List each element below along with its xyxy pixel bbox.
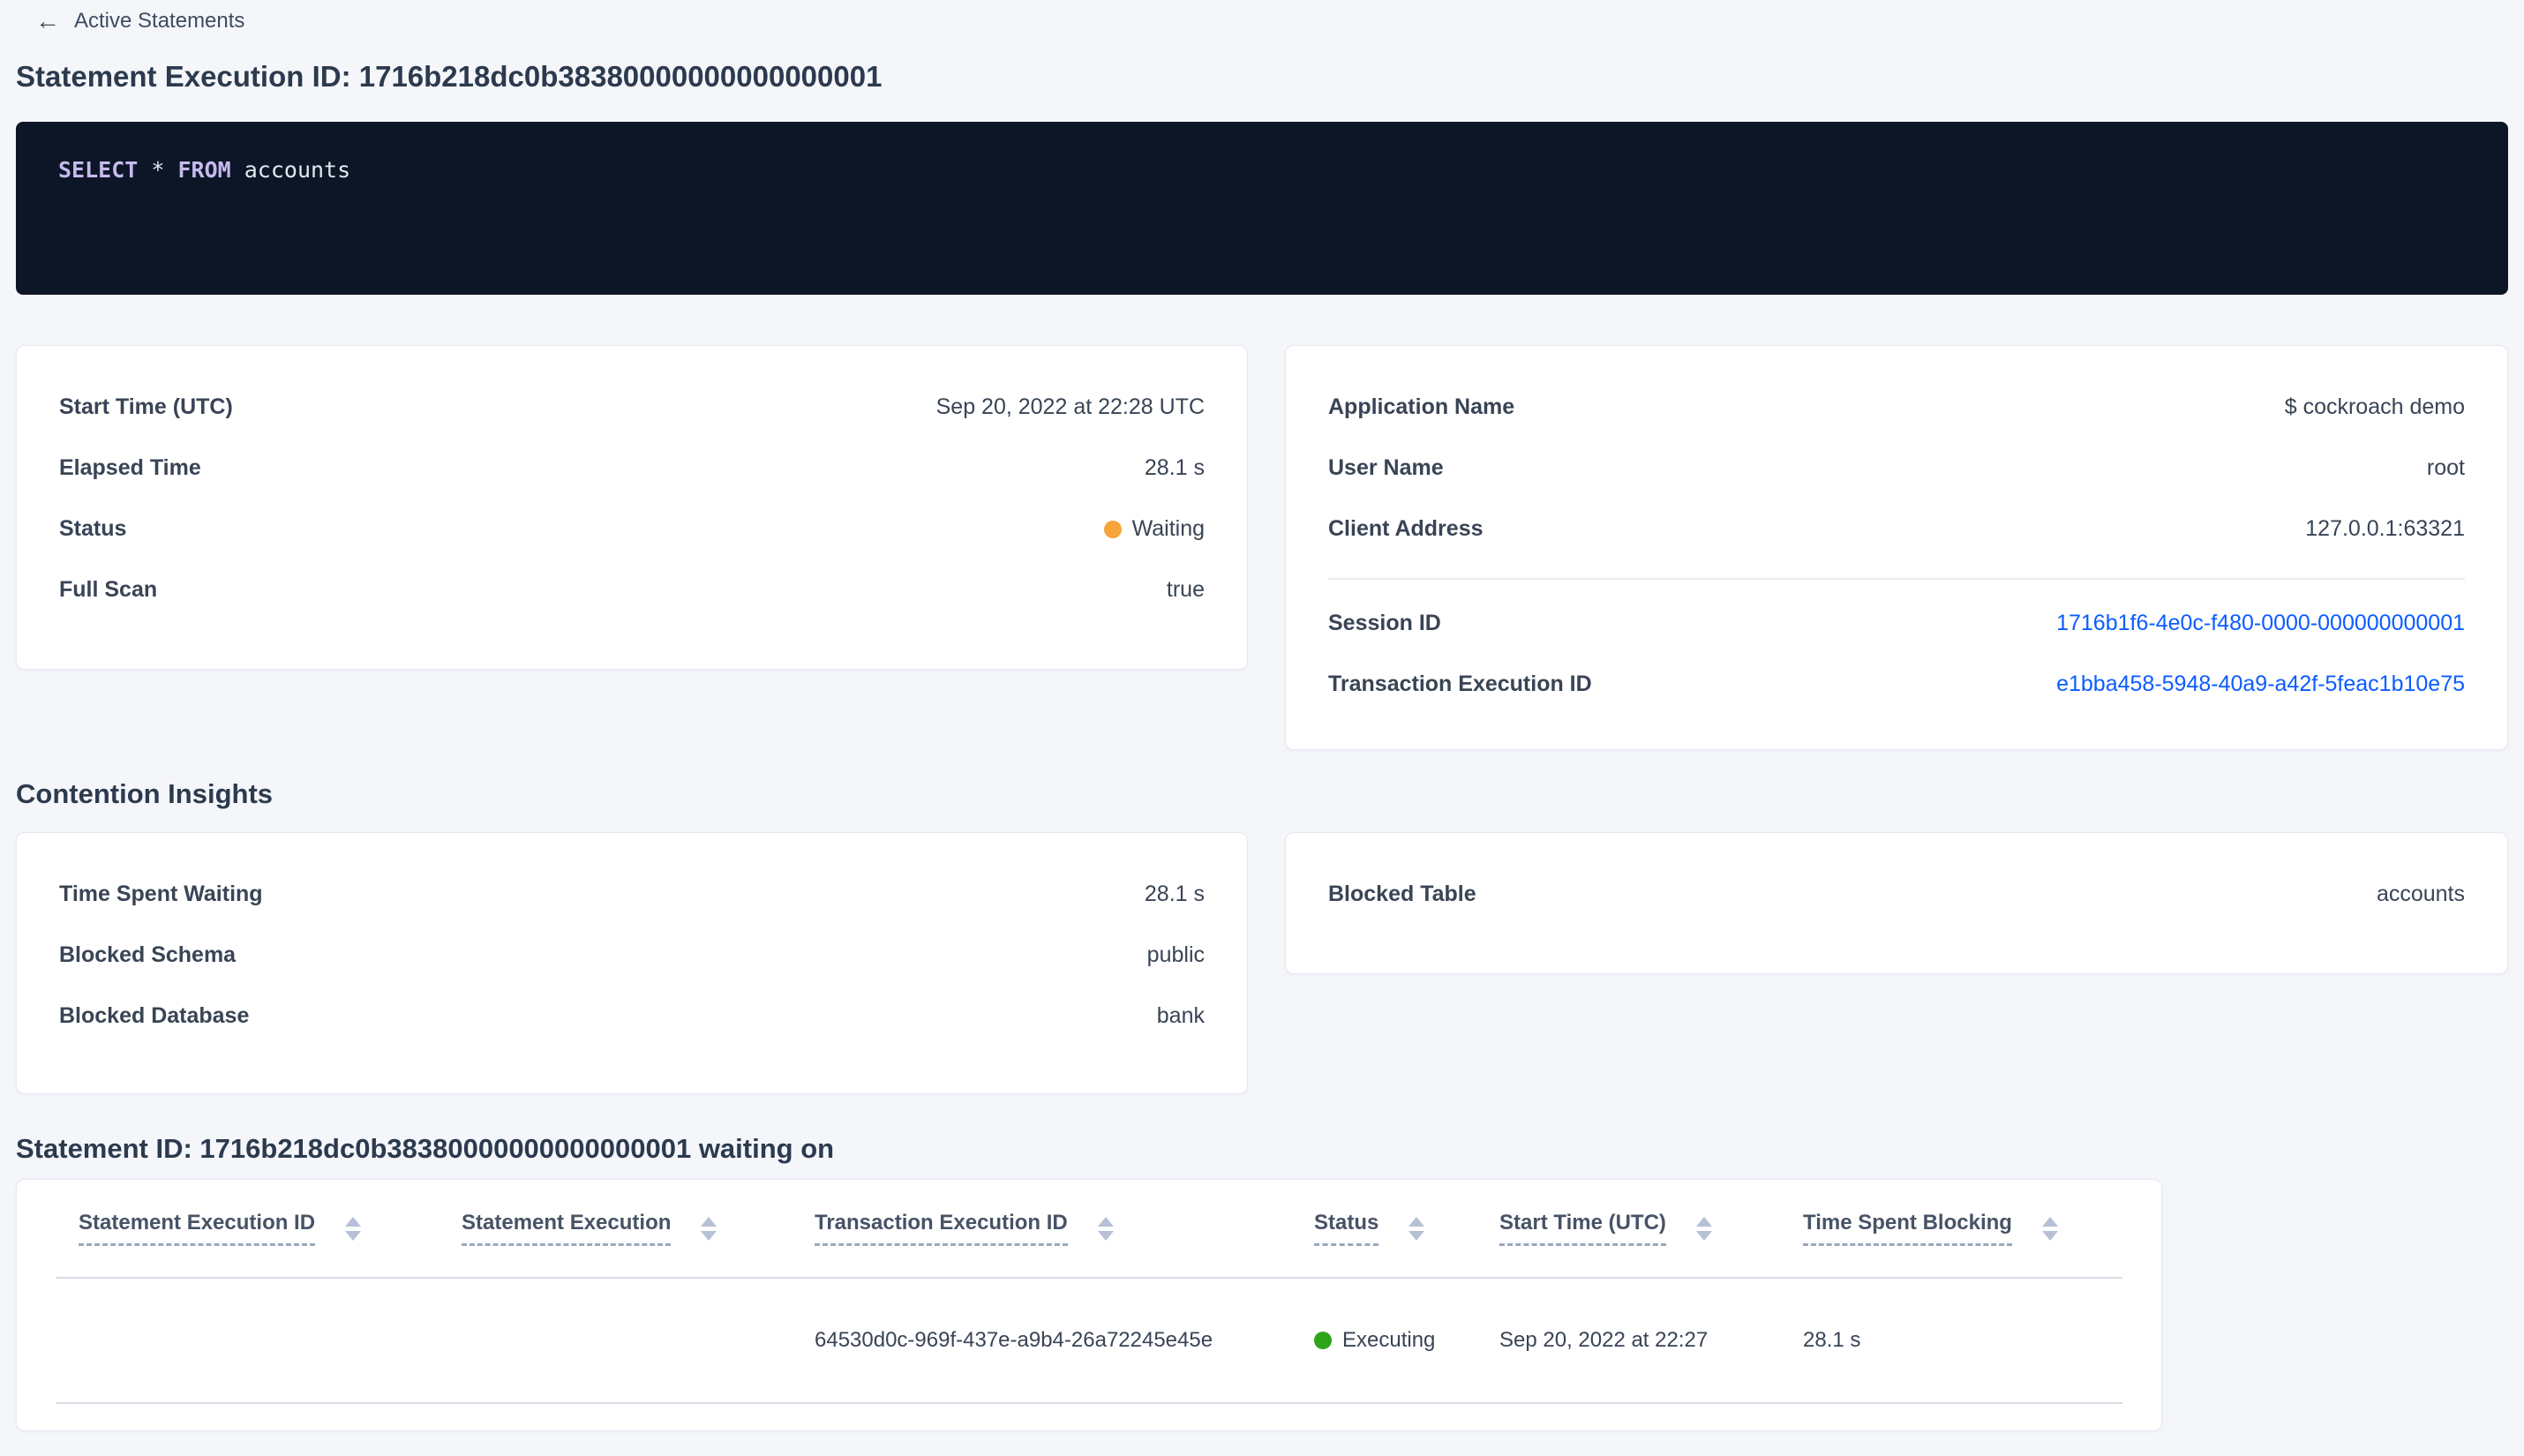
row-value: 127.0.0.1:63321	[2305, 516, 2465, 541]
sort-icon[interactable]	[1097, 1216, 1114, 1241]
cell-status: Executing	[1314, 1328, 1499, 1353]
card-divider	[1328, 578, 2465, 580]
sql-keyword: SELECT	[58, 157, 139, 183]
blocked-schema-row: Blocked Schema public	[59, 943, 1205, 967]
blocked-database-row: Blocked Database bank	[59, 1004, 1205, 1028]
full-scan-row: Full Scan true	[59, 578, 1205, 602]
row-label: Blocked Database	[59, 1003, 250, 1028]
breadcrumb-back-link[interactable]: ← Active Statements	[16, 0, 244, 34]
cell-time-spent-blocking: 28.1 s	[1803, 1328, 1861, 1352]
column-header-statement-execution-id[interactable]: Statement Execution ID	[79, 1211, 462, 1246]
table-row: 64530d0c-969f-437e-a9b4-26a72245e45e Exe…	[56, 1279, 2122, 1404]
transaction-execution-id-link[interactable]: e1bba458-5948-40a9-a42f-5feac1b10e75	[2056, 672, 2465, 696]
status-text: Executing	[1342, 1328, 1436, 1352]
column-label: Time Spent Blocking	[1803, 1211, 2012, 1246]
sql-statement-box: SELECT * FROM accounts	[16, 122, 2508, 295]
row-value: 28.1 s	[1144, 455, 1205, 480]
row-label: Status	[59, 516, 127, 541]
sort-icon[interactable]	[2041, 1216, 2058, 1241]
contention-cards-row: Time Spent Waiting 28.1 s Blocked Schema…	[16, 832, 2508, 1094]
waiting-on-heading: Statement ID: 1716b218dc0b38380000000000…	[16, 1133, 835, 1164]
row-label: User Name	[1328, 455, 1444, 480]
application-name-row: Application Name $ cockroach demo	[1328, 395, 2465, 419]
row-label: Client Address	[1328, 516, 1484, 541]
cell-start-time: Sep 20, 2022 at 22:27	[1499, 1328, 1709, 1352]
row-value: bank	[1156, 1003, 1205, 1028]
column-label: Transaction Execution ID	[815, 1211, 1068, 1246]
client-address-row: Client Address 127.0.0.1:63321	[1328, 517, 2465, 541]
column-label: Start Time (UTC)	[1499, 1211, 1666, 1246]
session-details-card: Application Name $ cockroach demo User N…	[1285, 345, 2508, 750]
row-label: Transaction Execution ID	[1328, 672, 1592, 696]
execution-details-card: Start Time (UTC) Sep 20, 2022 at 22:28 U…	[16, 345, 1248, 670]
row-value: public	[1146, 942, 1205, 967]
column-header-status[interactable]: Status	[1314, 1211, 1499, 1246]
contention-insights-heading: Contention Insights	[16, 778, 274, 809]
row-value: root	[2426, 455, 2465, 480]
blocked-table-card: Blocked Table accounts	[1285, 832, 2508, 974]
row-value: Sep 20, 2022 at 22:28 UTC	[935, 394, 1205, 419]
column-label: Statement Execution	[462, 1211, 672, 1246]
row-value: true	[1166, 577, 1205, 602]
row-value: 28.1 s	[1144, 882, 1205, 906]
row-value: accounts	[2376, 882, 2465, 906]
sql-token: *	[138, 157, 178, 183]
start-time-row: Start Time (UTC) Sep 20, 2022 at 22:28 U…	[59, 395, 1205, 419]
back-arrow-icon: ←	[35, 7, 60, 34]
elapsed-time-row: Elapsed Time 28.1 s	[59, 456, 1205, 480]
time-spent-waiting-row: Time Spent Waiting 28.1 s	[59, 882, 1205, 906]
sql-token: accounts	[230, 157, 351, 183]
cell-transaction-execution-id: 64530d0c-969f-437e-a9b4-26a72245e45e	[815, 1328, 1213, 1352]
sql-keyword: FROM	[177, 157, 231, 183]
status-text: Waiting	[1131, 516, 1205, 541]
row-label: Blocked Schema	[59, 942, 237, 967]
user-name-row: User Name root	[1328, 456, 2465, 480]
column-header-start-time[interactable]: Start Time (UTC)	[1499, 1211, 1803, 1246]
session-id-link[interactable]: 1716b1f6-4e0c-f480-0000-000000000001	[2056, 612, 2465, 635]
waiting-on-table: Statement Execution ID Statement Executi…	[16, 1179, 2162, 1431]
column-header-statement-execution[interactable]: Statement Execution	[462, 1211, 815, 1246]
row-value: $ cockroach demo	[2284, 394, 2465, 419]
status-row: Status Waiting	[59, 517, 1205, 541]
sort-icon[interactable]	[345, 1216, 362, 1241]
waiting-status-dot-icon	[1103, 520, 1122, 538]
column-header-transaction-execution-id[interactable]: Transaction Execution ID	[815, 1211, 1314, 1246]
table-header-row: Statement Execution ID Statement Executi…	[56, 1180, 2122, 1279]
column-label: Status	[1314, 1211, 1379, 1246]
row-label: Start Time (UTC)	[59, 394, 233, 419]
sort-icon[interactable]	[1408, 1216, 1425, 1241]
row-label: Blocked Table	[1328, 882, 1476, 906]
transaction-execution-id-row: Transaction Execution ID e1bba458-5948-4…	[1328, 672, 2465, 696]
page-title: Statement Execution ID: 1716b218dc0b3838…	[16, 60, 883, 93]
contention-details-card: Time Spent Waiting 28.1 s Blocked Schema…	[16, 832, 1248, 1094]
row-label: Full Scan	[59, 577, 158, 602]
summary-cards-row: Start Time (UTC) Sep 20, 2022 at 22:28 U…	[16, 345, 2508, 750]
column-header-time-spent-blocking[interactable]: Time Spent Blocking	[1803, 1211, 2121, 1246]
statement-execution-page: ← Active Statements Statement Execution …	[0, 0, 2524, 1431]
executing-status-dot-icon	[1314, 1332, 1332, 1349]
sort-icon[interactable]	[701, 1216, 717, 1241]
row-label: Session ID	[1328, 611, 1441, 635]
row-label: Elapsed Time	[59, 455, 201, 480]
row-label: Time Spent Waiting	[59, 882, 263, 906]
session-id-row: Session ID 1716b1f6-4e0c-f480-0000-00000…	[1328, 612, 2465, 635]
column-label: Statement Execution ID	[79, 1211, 316, 1246]
blocked-table-row: Blocked Table accounts	[1328, 882, 2465, 906]
sort-icon[interactable]	[1695, 1216, 1712, 1241]
breadcrumb-label: Active Statements	[74, 9, 245, 33]
status-value: Waiting	[1103, 516, 1205, 541]
row-label: Application Name	[1328, 394, 1515, 419]
